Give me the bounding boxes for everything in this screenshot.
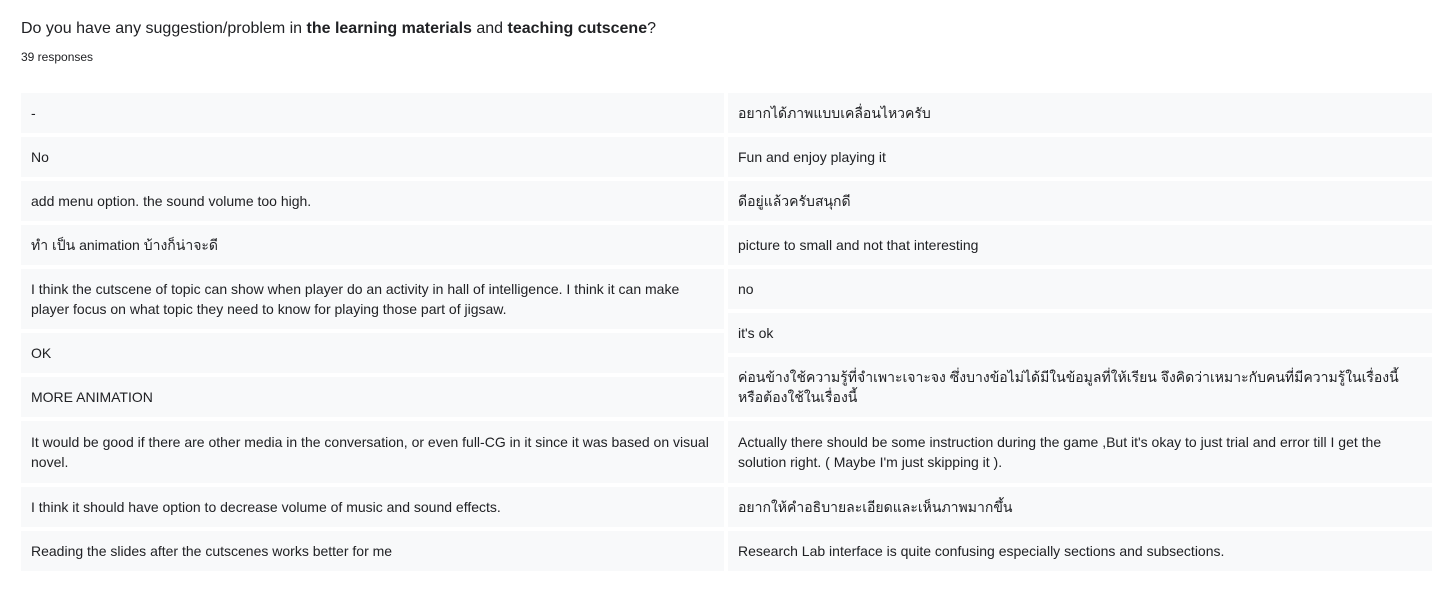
response-text: I think it should have option to decreas… xyxy=(31,498,501,515)
response-text: it's ok xyxy=(738,324,774,341)
response-text: It would be good if there are other medi… xyxy=(31,433,709,471)
response-text: MORE ANIMATION xyxy=(31,388,153,405)
response-item: picture to small and not that interestin… xyxy=(728,225,1432,265)
response-item: I think it should have option to decreas… xyxy=(21,487,724,527)
response-item: Actually there should be some instructio… xyxy=(728,421,1432,483)
response-item: Fun and enjoy playing it xyxy=(728,137,1432,177)
response-text: OK xyxy=(31,344,52,361)
response-item: MORE ANIMATION xyxy=(21,377,724,417)
responses-column-right: อยากได้ภาพแบบเคลื่อนไหวครับ Fun and enjo… xyxy=(728,93,1432,571)
question-prefix: Do you have any suggestion/problem in xyxy=(21,20,307,37)
response-count: 39 responses xyxy=(21,50,94,64)
response-text: อยากให้คำอธิบายละเอียดและเห็นภาพมากขึ้น xyxy=(738,498,1013,515)
response-item: I think the cutscene of topic can show w… xyxy=(21,269,724,329)
response-item: OK xyxy=(21,333,724,373)
response-item: no xyxy=(728,269,1432,309)
question-bold-learning-materials: the learning materials xyxy=(306,20,472,37)
response-item: Research Lab interface is quite confusin… xyxy=(728,531,1432,571)
response-text: Fun and enjoy playing it xyxy=(738,148,886,165)
response-text: Research Lab interface is quite confusin… xyxy=(738,542,1225,559)
response-text: ทำ เป็น animation บ้างก็น่าจะดี xyxy=(31,236,219,253)
response-text: picture to small and not that interestin… xyxy=(738,236,979,253)
response-item: add menu option. the sound volume too hi… xyxy=(21,181,724,221)
response-text: - xyxy=(31,104,36,121)
response-text: Reading the slides after the cutscenes w… xyxy=(31,542,393,559)
response-item: it's ok xyxy=(728,313,1432,353)
question-bold-teaching-cutscene: teaching cutscene xyxy=(507,20,648,37)
response-item: No xyxy=(21,137,724,177)
response-item: ทำ เป็น animation บ้างก็น่าจะดี xyxy=(21,225,724,265)
responses-column-left: - No add menu option. the sound volume t… xyxy=(21,93,724,571)
response-text: Actually there should be some instructio… xyxy=(738,433,1382,471)
response-text: add menu option. the sound volume too hi… xyxy=(31,192,312,209)
response-item: ดีอยู่แล้วครับสนุกดี xyxy=(728,181,1432,221)
response-text: อยากได้ภาพแบบเคลื่อนไหวครับ xyxy=(738,104,931,121)
response-text: ค่อนข้างใช้ความรู้ที่จำเพาะเจาะจง ซึ่งบา… xyxy=(738,368,1399,406)
responses-grid: - No add menu option. the sound volume t… xyxy=(21,93,1432,571)
response-text: I think the cutscene of topic can show w… xyxy=(31,280,680,318)
response-text: ดีอยู่แล้วครับสนุกดี xyxy=(738,192,851,209)
question-middle: and xyxy=(471,20,508,37)
question-title: Do you have any suggestion/problem in th… xyxy=(21,18,656,40)
response-item: อยากให้คำอธิบายละเอียดและเห็นภาพมากขึ้น xyxy=(728,487,1432,527)
response-item: - xyxy=(21,93,724,133)
response-item: อยากได้ภาพแบบเคลื่อนไหวครับ xyxy=(728,93,1432,133)
response-text: No xyxy=(31,148,49,165)
response-item: Reading the slides after the cutscenes w… xyxy=(21,531,724,571)
response-text: no xyxy=(738,280,754,297)
question-suffix: ? xyxy=(647,20,657,37)
response-item: ค่อนข้างใช้ความรู้ที่จำเพาะเจาะจง ซึ่งบา… xyxy=(728,357,1432,417)
response-item: It would be good if there are other medi… xyxy=(21,421,724,483)
